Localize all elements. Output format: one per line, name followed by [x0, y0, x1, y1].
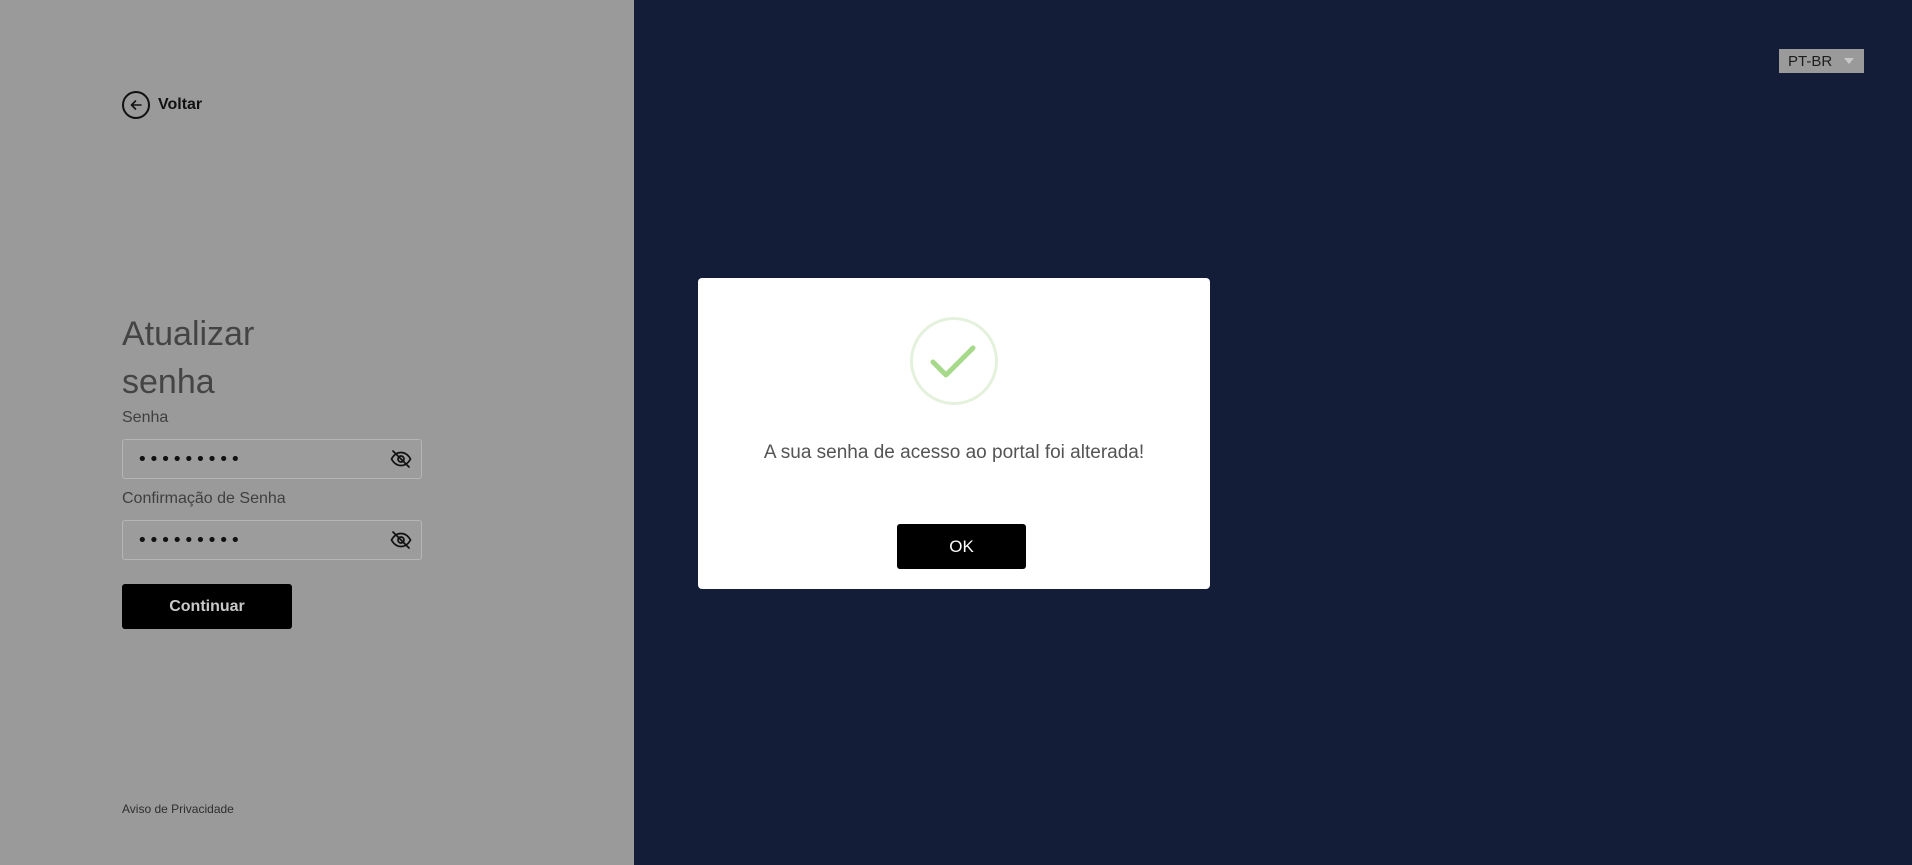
privacy-notice-link[interactable]: Aviso de Privacidade	[122, 802, 234, 816]
back-label: Voltar	[158, 96, 203, 113]
language-select[interactable]: PT-BR	[1779, 49, 1864, 73]
confirm-password-input[interactable]	[123, 520, 381, 560]
arrow-left-icon	[122, 91, 150, 119]
success-dialog: A sua senha de acesso ao portal foi alte…	[698, 278, 1210, 589]
continue-button[interactable]: Continuar	[122, 584, 292, 629]
page-title: Atualizar senha	[122, 315, 255, 401]
dialog-message: A sua senha de acesso ao portal foi alte…	[763, 442, 1145, 463]
eye-off-icon[interactable]	[381, 440, 421, 478]
chevron-down-icon	[1844, 58, 1854, 64]
password-field-wrapper	[122, 439, 422, 479]
back-link[interactable]: Voltar	[122, 89, 202, 121]
eye-off-icon[interactable]	[381, 521, 421, 559]
check-icon	[910, 317, 998, 405]
left-panel: Voltar Atualizar senha Senha Confirmação…	[0, 0, 634, 865]
ok-button[interactable]: OK	[897, 524, 1026, 569]
password-input[interactable]	[123, 439, 381, 479]
confirm-password-label: Confirmação de Senha	[122, 490, 286, 507]
password-label: Senha	[122, 409, 169, 426]
confirm-password-field-wrapper	[122, 520, 422, 560]
language-selected-value: PT-BR	[1788, 52, 1833, 70]
